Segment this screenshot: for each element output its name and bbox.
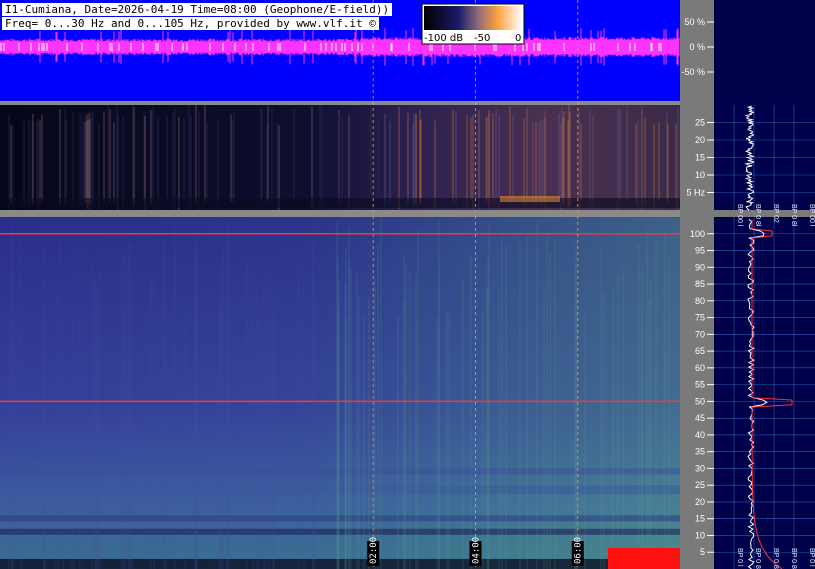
- axis-label: 65: [695, 346, 705, 356]
- bp-label: BP 0 l: [736, 548, 743, 567]
- colorbar-label: 0: [515, 33, 521, 44]
- axis-label: 10: [695, 170, 705, 180]
- axis-label: 15: [695, 153, 705, 163]
- axis-label: 40: [695, 430, 705, 440]
- bp-label: BP 0 8l: [772, 548, 779, 569]
- axis-label: -50 %: [681, 67, 705, 77]
- axis-label: 35: [695, 447, 705, 457]
- time-marker-label: 04:00: [471, 537, 481, 564]
- bp-label: BP 00 l: [736, 204, 743, 227]
- vlf-spectrogram-viewer: 02:00 04:00 06:00 50 % 0 % -50 % 25 20 15 10 5 H…: [0, 0, 815, 569]
- axis-label: 25: [695, 118, 705, 128]
- axis-label: 95: [695, 246, 705, 256]
- station-title: I1-Cumiana, Date=2026-04-19 Time=08:00 (…: [2, 3, 393, 16]
- noise-burst: [608, 548, 680, 569]
- time-marker-label: 06:00: [574, 537, 584, 564]
- axis-label: 90: [695, 262, 705, 272]
- bp-label: BP 00 l: [808, 204, 815, 227]
- time-marker-label: 02:00: [369, 537, 379, 564]
- axis-label: 30: [695, 463, 705, 473]
- axis-label: 85: [695, 279, 705, 289]
- side-separator: [714, 210, 815, 217]
- colorbar-label: -100 dB: [424, 33, 463, 44]
- bp-label: BP 0 8l: [754, 548, 761, 569]
- colorbar-label: -50: [474, 33, 490, 44]
- axis-label: 20: [695, 497, 705, 507]
- bp-label: BP 02: [772, 204, 779, 223]
- bp-label: BP 0 8l: [790, 548, 797, 569]
- axis-label: 50: [695, 396, 705, 406]
- bp-label: BP 0 l: [808, 548, 815, 567]
- colorbar: -100 dB -50 0: [421, 3, 525, 45]
- axis-label: 60: [695, 363, 705, 373]
- axis-label: 45: [695, 413, 705, 423]
- axis-label: 80: [695, 296, 705, 306]
- side-spectrum-panel: [714, 0, 815, 569]
- colorbar-gradient: [424, 6, 522, 30]
- axis-label: 50 %: [684, 17, 705, 27]
- axis-label: 5 Hz: [686, 188, 705, 198]
- bp-label: BP 0 8l: [754, 204, 761, 227]
- spectrogram-canvas: 02:00 04:00 06:00 50 % 0 % -50 % 25 20 15 10 5 H…: [0, 0, 815, 569]
- axis-label: 20: [695, 135, 705, 145]
- axis-label: 70: [695, 329, 705, 339]
- bp-label: BP 0 8l: [790, 204, 797, 227]
- axis-label: 25: [695, 480, 705, 490]
- axis-label: 55: [695, 380, 705, 390]
- low-orange-band: [500, 196, 560, 202]
- axis-label: 0 %: [689, 42, 705, 52]
- axis-label: 75: [695, 313, 705, 323]
- axis-label: 10: [695, 530, 705, 540]
- axis-label: 5: [700, 547, 705, 557]
- axis-label: 15: [695, 514, 705, 524]
- axis-label: 100: [690, 229, 705, 239]
- frequency-caption: Freq= 0...30 Hz and 0...105 Hz, provided…: [2, 17, 379, 30]
